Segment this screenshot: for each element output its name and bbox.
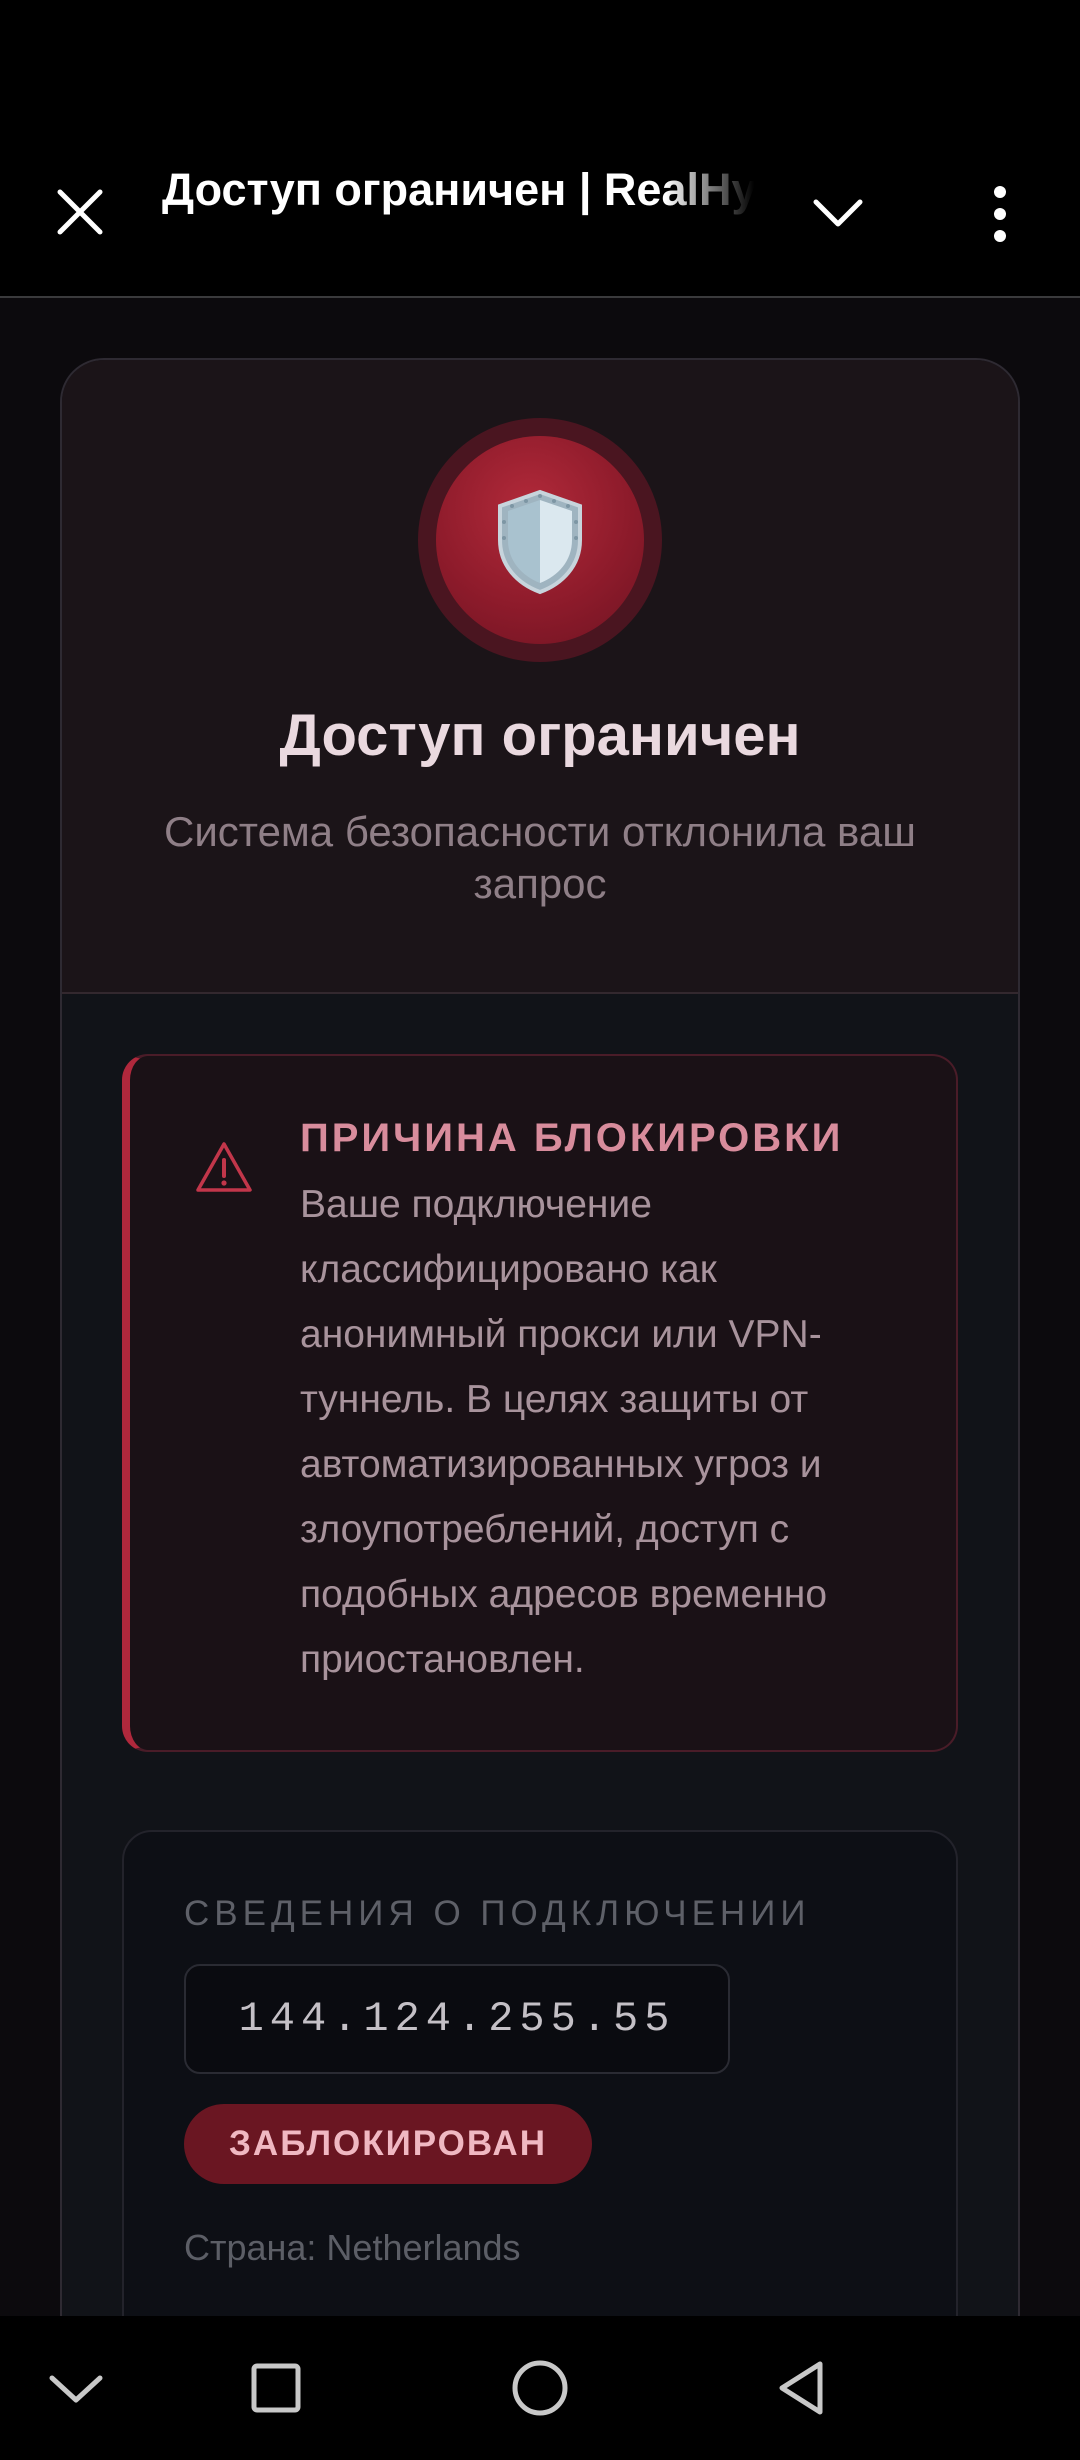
chevron-down-icon[interactable] — [806, 188, 870, 238]
access-denied-subtitle: Система безопасности отклонила ваш запро… — [164, 808, 916, 907]
system-navbar — [0, 2316, 1080, 2460]
ip-address: 144.124.255.55 — [184, 1964, 730, 2074]
page-title[interactable]: Доступ ограничен | RealHy — [162, 158, 754, 222]
close-icon[interactable] — [50, 182, 110, 242]
connection-info-panel: СВЕДЕНИЯ О ПОДКЛЮЧЕНИИ 144.124.255.55 ЗА… — [122, 1830, 958, 2316]
more-vert-icon[interactable] — [982, 182, 1018, 246]
home-circle-icon[interactable] — [504, 2352, 576, 2424]
card-header: Доступ ограничен Система безопасности от… — [62, 360, 1018, 994]
country-text: Страна: Netherlands — [184, 2227, 521, 2268]
screen: Доступ ограничен | RealHy Доступ огранич… — [0, 0, 1080, 2460]
block-reason-text: Ваше подключение классифицировано как ан… — [300, 1183, 828, 1681]
connection-info-label: СВЕДЕНИЯ О ПОДКЛЮЧЕНИИ — [184, 1894, 811, 1933]
hide-keyboard-icon[interactable] — [40, 2352, 112, 2424]
browser-toolbar: Доступ ограничен | RealHy — [0, 0, 1080, 298]
access-denied-title: Доступ ограничен — [279, 703, 801, 768]
back-triangle-icon[interactable] — [766, 2352, 838, 2424]
page-content: Доступ ограничен Система безопасности от… — [0, 298, 1080, 2316]
block-reason-title: ПРИЧИНА БЛОКИРОВКИ — [300, 1116, 844, 1160]
recents-square-icon[interactable] — [240, 2352, 312, 2424]
block-card: Доступ ограничен Система безопасности от… — [60, 358, 1020, 2316]
block-reason-box: ПРИЧИНА БЛОКИРОВКИ Ваше подключение клас… — [122, 1054, 958, 1752]
status-badge: ЗАБЛОКИРОВАН — [184, 2104, 592, 2184]
shield-badge — [418, 418, 662, 662]
warning-icon — [194, 1140, 254, 1194]
shield-icon — [498, 489, 582, 595]
